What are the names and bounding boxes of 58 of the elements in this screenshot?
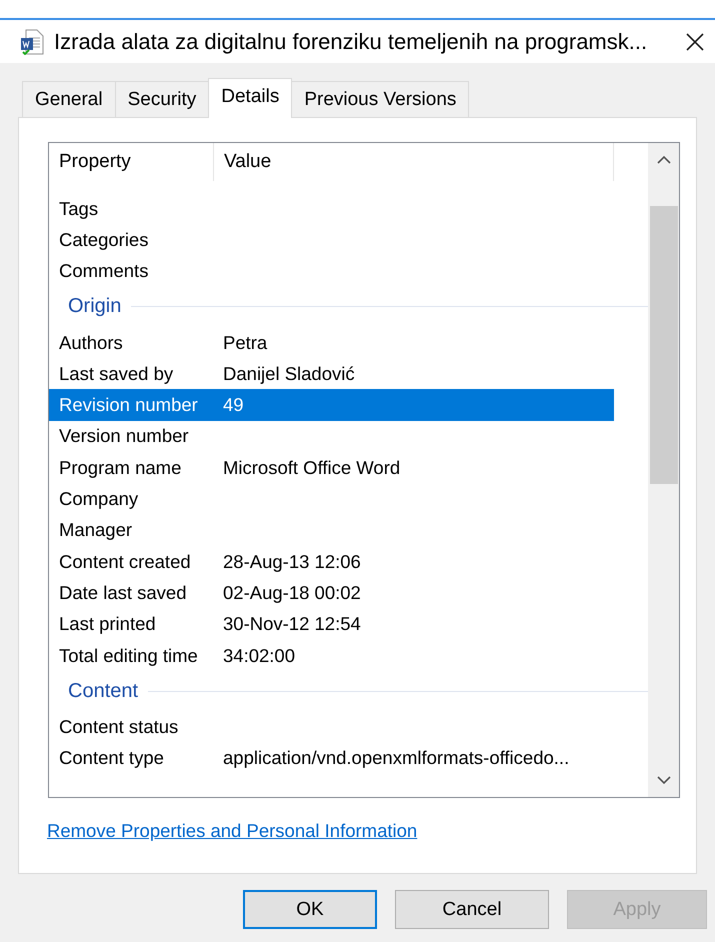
property-name: Manager (58, 519, 134, 542)
remove-properties-link[interactable]: Remove Properties and Personal Information (47, 820, 418, 842)
property-row[interactable]: Date last saved 02-Aug-18 00:02 (49, 577, 614, 609)
property-name: Company (58, 488, 140, 510)
property-value: 49 (223, 394, 244, 416)
tab[interactable]: Details (208, 78, 292, 118)
property-value: 28-Aug-13 12:06 (223, 550, 361, 573)
property-name: Content created (58, 550, 192, 573)
property-row[interactable]: Last saved by Danijel Sladović (49, 358, 614, 390)
property-value: 34:02:00 (223, 644, 296, 666)
property-row[interactable]: Manager (49, 514, 614, 546)
scrollbar-thumb[interactable] (650, 206, 678, 484)
dialog-button[interactable]: OK (243, 890, 377, 929)
property-name: Program name (58, 456, 182, 479)
scrollbar[interactable] (648, 143, 679, 797)
property-row[interactable]: Last printed 30-Nov-12 12:54 (49, 608, 614, 640)
property-row[interactable]: Content created 28-Aug-13 12:06 (49, 546, 614, 578)
property-name: Last printed (58, 613, 157, 636)
property-name: Last saved by (58, 362, 174, 385)
property-name: Content type (58, 747, 165, 770)
column-header[interactable]: Property (49, 143, 214, 181)
property-row[interactable]: Authors Petra (49, 326, 614, 358)
column-header[interactable]: Value (214, 143, 614, 181)
property-value: application/vnd.openxmlformats-officedo... (223, 747, 570, 770)
property-row[interactable]: Company (49, 483, 614, 515)
tab[interactable]: Previous Versions (291, 81, 470, 117)
group-heading: Content (68, 680, 138, 703)
tab[interactable]: General (22, 81, 116, 117)
window-title: Izrada alata za digitalnu forenziku temeljenih na programsk... (54, 28, 648, 54)
property-name: Authors (58, 332, 124, 354)
property-name: Date last saved (58, 582, 188, 604)
property-name: Version number (58, 425, 190, 448)
group-heading: Origin (68, 295, 122, 318)
property-value: 30-Nov-12 12:54 (223, 613, 361, 636)
property-name: Tags (58, 198, 100, 220)
property-row[interactable]: Revision number 49 (49, 389, 614, 421)
property-name: Categories (58, 228, 150, 251)
property-name: Content status (58, 716, 180, 738)
scroll-down-icon[interactable] (656, 776, 670, 785)
property-row[interactable]: Comments (49, 256, 614, 287)
document-icon (20, 28, 44, 54)
close-icon[interactable] (685, 32, 705, 52)
property-row[interactable]: Content type application/vnd.openxmlformats-officedo... (49, 742, 614, 774)
property-name: Comments (58, 260, 150, 282)
scroll-up-icon[interactable] (656, 155, 670, 164)
property-name: Revision number (58, 394, 199, 416)
property-row[interactable]: Categories (49, 224, 614, 256)
property-value: Petra (223, 332, 268, 354)
property-value: 02-Aug-18 00:02 (223, 582, 361, 604)
property-row[interactable]: Tags (49, 193, 614, 224)
property-name: Total editing time (58, 644, 199, 666)
property-row[interactable]: Content status (49, 711, 614, 742)
dialog-button[interactable]: Cancel (395, 890, 549, 929)
property-value: Danijel Sladović (223, 362, 355, 385)
property-row[interactable]: Total editing time 34:02:00 (49, 640, 614, 672)
property-value: Microsoft Office Word (223, 456, 400, 479)
property-row[interactable]: Program name Microsoft Office Word (49, 452, 614, 484)
property-row[interactable]: Version number (49, 420, 614, 452)
